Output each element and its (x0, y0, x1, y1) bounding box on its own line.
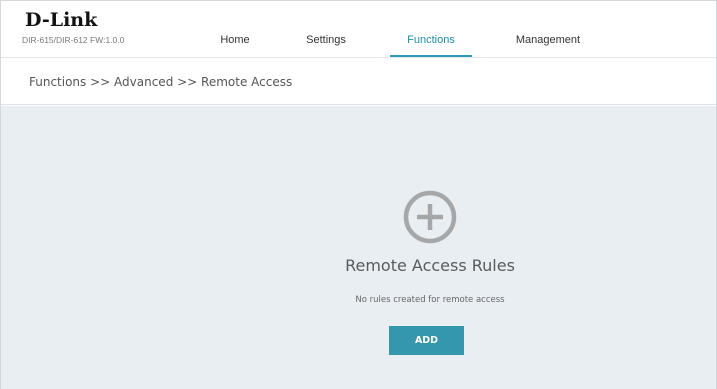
main-content: Remote Access Rules No rules created for… (1, 106, 716, 389)
dlink-logo: D-Link (25, 9, 98, 31)
tab-settings[interactable]: Settings (301, 33, 351, 47)
tab-functions[interactable]: Functions (396, 33, 466, 47)
breadcrumb-bar: Functions >> Advanced >> Remote Access (1, 59, 716, 105)
active-tab-indicator (390, 55, 472, 57)
model-firmware-label: DIR-615/DIR-612 FW:1.0.0 (22, 35, 125, 45)
tab-management[interactable]: Management (508, 33, 588, 47)
tab-home[interactable]: Home (212, 33, 258, 47)
add-button[interactable]: ADD (389, 326, 464, 355)
breadcrumb: Functions >> Advanced >> Remote Access (29, 75, 293, 89)
top-header: D-Link DIR-615/DIR-612 FW:1.0.0 Home Set… (1, 1, 716, 58)
rules-title: Remote Access Rules (345, 256, 515, 275)
router-admin-window: D-Link DIR-615/DIR-612 FW:1.0.0 Home Set… (0, 0, 717, 389)
empty-rules-message: No rules created for remote access (355, 295, 505, 305)
add-circle-icon[interactable] (401, 188, 459, 246)
